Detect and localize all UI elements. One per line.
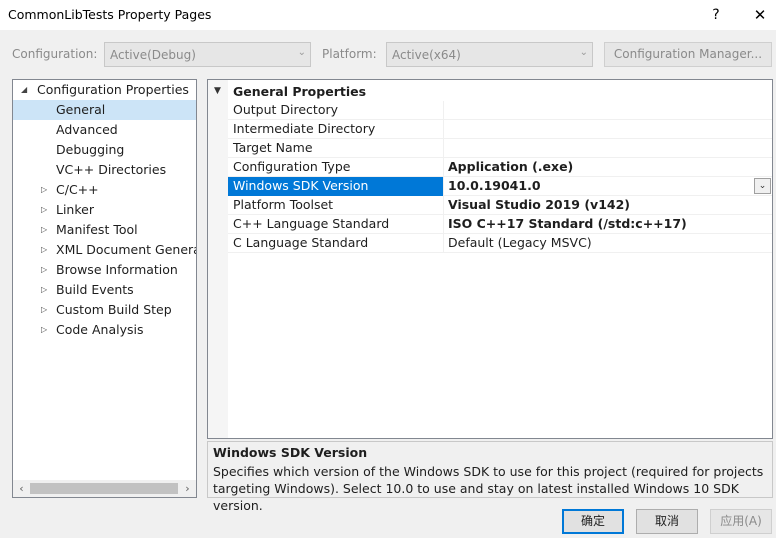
tree-item-label: Browse Information (56, 262, 178, 277)
tree-item-code-analysis[interactable]: ▷ Code Analysis (13, 320, 196, 340)
property-name: Windows SDK Version (228, 177, 444, 196)
ok-button[interactable]: 确定 (562, 509, 624, 534)
collapsed-arrow-icon[interactable]: ▷ (41, 180, 51, 200)
tree-item-label: C/C++ (56, 182, 99, 197)
tree-item-debugging[interactable]: Debugging (13, 140, 196, 160)
property-name: Intermediate Directory (228, 120, 444, 139)
description-panel: Windows SDK Version Specifies which vers… (207, 441, 773, 513)
tree-item-label: Debugging (56, 142, 125, 157)
tree-item-advanced[interactable]: Advanced (13, 120, 196, 140)
tree-item-label: General (56, 102, 106, 117)
property-row-target-name[interactable]: Target Name (228, 139, 772, 158)
tree-item-label: Custom Build Step (56, 302, 172, 317)
configuration-value: Active(Debug) (110, 48, 196, 62)
tree-item-c-cpp[interactable]: ▷ C/C++ (13, 180, 196, 200)
tree-item-label: Code Analysis (56, 322, 144, 337)
scrollbar-thumb[interactable] (30, 483, 178, 494)
tree-item-browse-information[interactable]: ▷ Browse Information (13, 260, 196, 280)
property-name: Configuration Type (228, 158, 444, 177)
chevron-down-icon[interactable]: ⌄ (754, 178, 771, 194)
expanded-arrow-icon[interactable]: ◢ (21, 80, 31, 100)
tree-item-label: Build Events (56, 282, 134, 297)
collapsed-arrow-icon[interactable]: ▷ (41, 260, 51, 280)
section-title: General Properties (233, 84, 367, 99)
scroll-left-icon[interactable]: ‹ (14, 481, 29, 496)
tree-item-label: Advanced (56, 122, 118, 137)
collapsed-arrow-icon[interactable]: ▷ (41, 320, 51, 340)
tree-item-label: Manifest Tool (56, 222, 138, 237)
chevron-down-icon: ⌄ (579, 47, 588, 58)
tree-item-manifest-tool[interactable]: ▷ Manifest Tool (13, 220, 196, 240)
property-row-cpp-language-standard[interactable]: C++ Language Standard ISO C++17 Standard… (228, 215, 772, 234)
configuration-bar: Configuration: Active(Debug) ⌄ Platform:… (0, 42, 776, 68)
property-row-intermediate-directory[interactable]: Intermediate Directory (228, 120, 772, 139)
tree-item-custom-build-step[interactable]: ▷ Custom Build Step (13, 300, 196, 320)
property-row-output-directory[interactable]: Output Directory (228, 101, 772, 120)
collapsed-arrow-icon[interactable]: ▷ (41, 220, 51, 240)
platform-value: Active(x64) (392, 48, 461, 62)
window-title: CommonLibTests Property Pages (8, 7, 212, 22)
collapsed-arrow-icon[interactable]: ▷ (41, 300, 51, 320)
collapsed-arrow-icon[interactable]: ▷ (41, 200, 51, 220)
configuration-manager-button[interactable]: Configuration Manager... (604, 42, 772, 67)
property-name: Platform Toolset (228, 196, 444, 215)
section-header-general-properties[interactable]: ▼ General Properties (208, 82, 772, 101)
tree-item-label: VC++ Directories (56, 162, 167, 177)
tree-item-configuration-properties[interactable]: ◢ Configuration Properties (13, 80, 196, 100)
property-row-windows-sdk-version[interactable]: Windows SDK Version 10.0.19041.0 ⌄ (228, 177, 772, 196)
tree-item-build-events[interactable]: ▷ Build Events (13, 280, 196, 300)
property-value[interactable]: Visual Studio 2019 (v142) (445, 196, 772, 215)
property-row-configuration-type[interactable]: Configuration Type Application (.exe) (228, 158, 772, 177)
tree-item-linker[interactable]: ▷ Linker (13, 200, 196, 220)
tree-item-general[interactable]: General (13, 100, 196, 120)
tree-item-label: XML Document Generat (56, 242, 197, 257)
collapse-arrow-icon[interactable]: ▼ (214, 82, 221, 101)
close-icon[interactable]: ✕ (745, 3, 775, 27)
tree-item-xml-document-generator[interactable]: ▷ XML Document Generat (13, 240, 196, 260)
property-value[interactable] (445, 101, 772, 120)
tree-item-label: Configuration Properties (37, 82, 189, 97)
apply-button[interactable]: 应用(A) (710, 509, 772, 534)
chevron-down-icon: ⌄ (297, 47, 306, 58)
grid-gutter (208, 80, 228, 438)
property-value[interactable] (445, 139, 772, 158)
description-text: Specifies which version of the Windows S… (213, 464, 764, 513)
property-value[interactable]: Application (.exe) (445, 158, 772, 177)
property-value[interactable] (445, 120, 772, 139)
tree-item-vc-directories[interactable]: VC++ Directories (13, 160, 196, 180)
property-value[interactable]: Default (Legacy MSVC) (445, 234, 772, 253)
cancel-button[interactable]: 取消 (636, 509, 698, 534)
property-value[interactable]: 10.0.19041.0 (445, 177, 772, 196)
scroll-right-icon[interactable]: › (180, 481, 195, 496)
property-grid: ▼ General Properties Output Directory In… (207, 79, 773, 439)
horizontal-scrollbar[interactable]: ‹ › (13, 480, 196, 497)
help-icon[interactable]: ? (701, 3, 731, 27)
collapsed-arrow-icon[interactable]: ▷ (41, 280, 51, 300)
configuration-label: Configuration: (12, 47, 98, 61)
platform-dropdown[interactable]: Active(x64) ⌄ (386, 42, 593, 67)
property-name: Output Directory (228, 101, 444, 120)
property-value[interactable]: ISO C++17 Standard (/std:c++17) (445, 215, 772, 234)
property-name: C++ Language Standard (228, 215, 444, 234)
description-title: Windows SDK Version (213, 445, 368, 460)
title-bar: CommonLibTests Property Pages ? ✕ (0, 0, 776, 30)
collapsed-arrow-icon[interactable]: ▷ (41, 240, 51, 260)
property-name: Target Name (228, 139, 444, 158)
platform-label: Platform: (322, 47, 377, 61)
property-row-platform-toolset[interactable]: Platform Toolset Visual Studio 2019 (v14… (228, 196, 772, 215)
property-name: C Language Standard (228, 234, 444, 253)
property-tree: ◢ Configuration Properties General Advan… (12, 79, 197, 498)
configuration-dropdown[interactable]: Active(Debug) ⌄ (104, 42, 311, 67)
property-row-c-language-standard[interactable]: C Language Standard Default (Legacy MSVC… (228, 234, 772, 253)
tree-item-label: Linker (56, 202, 94, 217)
